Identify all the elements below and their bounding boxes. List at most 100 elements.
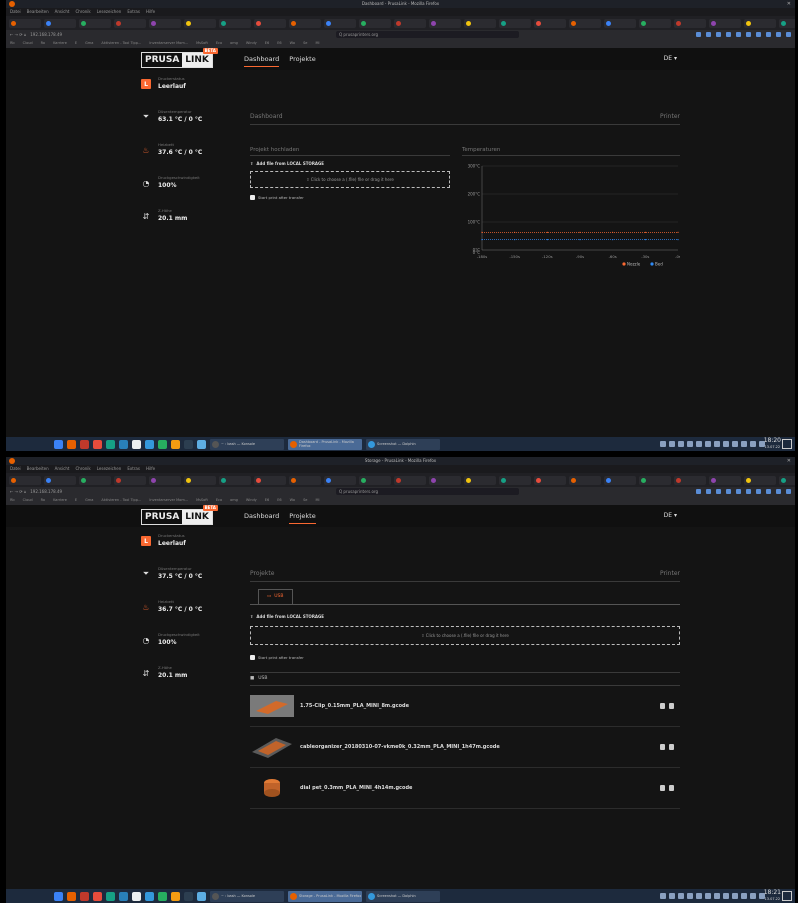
browser-tab[interactable]: [569, 18, 601, 28]
taskbar-window-firefox[interactable]: Dashboard - PrusaLink - Mozilla Firefox: [288, 438, 362, 450]
browser-tab[interactable]: [184, 18, 216, 28]
bookmark-item[interactable]: Ml: [315, 496, 319, 505]
browser-tab[interactable]: [744, 18, 776, 28]
browser-tab[interactable]: [779, 18, 795, 28]
bookmark-item[interactable]: Wo: [290, 496, 295, 505]
browser-tab[interactable]: [499, 18, 531, 28]
folder-row[interactable]: ■ USB: [250, 671, 680, 686]
close-icon[interactable]: ✕: [787, 457, 791, 465]
browser-tab[interactable]: [44, 475, 76, 485]
bookmark-item[interactable]: Karriere: [53, 496, 67, 505]
bookmark-item[interactable]: MsSoft: [196, 39, 208, 48]
trash-icon[interactable]: [669, 702, 674, 709]
url-text[interactable]: 192.168.178.49: [30, 32, 62, 37]
trash-icon[interactable]: [669, 743, 674, 750]
browser-tab[interactable]: [324, 475, 356, 485]
bookmark-item[interactable]: omg: [230, 496, 238, 505]
browser-tab[interactable]: [324, 18, 356, 28]
menu-ansicht[interactable]: Ansicht: [55, 465, 70, 473]
search-bar[interactable]: Q prusaprinters.org: [336, 31, 519, 38]
menu-chronik[interactable]: Chronik: [75, 465, 90, 473]
bookmark-item[interactable]: MsSoft: [196, 496, 208, 505]
bookmark-item[interactable]: Wo: [290, 39, 295, 48]
url-text[interactable]: 192.168.178.49: [30, 489, 62, 494]
nav-projects[interactable]: Projekte: [289, 505, 317, 527]
browser-tab[interactable]: [44, 18, 76, 28]
bookmark-item[interactable]: Inventarserver Mom...: [149, 496, 188, 505]
menu-extras[interactable]: Extras: [127, 8, 140, 16]
browser-tab[interactable]: [79, 475, 111, 485]
nav-dashboard[interactable]: Dashboard: [244, 48, 280, 70]
browser-tab[interactable]: [569, 475, 601, 485]
app-icon[interactable]: [132, 891, 141, 901]
checkbox-box[interactable]: [250, 195, 255, 200]
bookmark-item[interactable]: omg: [230, 39, 238, 48]
add-file-local[interactable]: ⇪ Add file from LOCAL STORAGE: [250, 614, 680, 619]
bookmark-item[interactable]: Ml: [315, 39, 319, 48]
clock[interactable]: 18:20 13.07.22: [764, 437, 781, 449]
file-drop-zone[interactable]: ⇧ Click to choose a (.file) file or drag…: [250, 625, 680, 645]
nav-projects[interactable]: Projekte: [289, 48, 315, 70]
bookmark-item[interactable]: Cloud: [23, 39, 33, 48]
browser-tab[interactable]: [394, 475, 426, 485]
menu-datei[interactable]: Datei: [10, 465, 21, 473]
browser-tab[interactable]: [534, 18, 566, 28]
browser-tab[interactable]: [744, 475, 776, 485]
app-icon[interactable]: [145, 891, 154, 901]
browser-tab[interactable]: [394, 18, 426, 28]
app-icon[interactable]: [80, 891, 89, 901]
firefox-icon[interactable]: [67, 891, 76, 901]
browser-tab[interactable]: [499, 475, 531, 485]
bookmark-item[interactable]: E6: [265, 496, 269, 505]
browser-tab[interactable]: [149, 18, 181, 28]
browser-tab[interactable]: [604, 18, 636, 28]
language-select[interactable]: DE ▾: [664, 48, 677, 70]
browser-tab[interactable]: [464, 475, 496, 485]
show-desktop-button[interactable]: [782, 439, 792, 449]
search-bar[interactable]: Q prusaprinters.org: [336, 488, 519, 495]
browser-tab[interactable]: [429, 18, 461, 28]
menu-lesezeichen[interactable]: Lesezeichen: [97, 8, 122, 16]
bookmark-item[interactable]: Se: [303, 39, 307, 48]
language-select[interactable]: DE ▾: [664, 505, 677, 527]
bookmark-item[interactable]: Rb: [10, 39, 15, 48]
taskbar-window-firefox[interactable]: Storage - PrusaLink - Mozilla Firefox: [288, 890, 362, 902]
print-icon[interactable]: [660, 702, 665, 709]
browser-tab[interactable]: [219, 18, 251, 28]
browser-tab[interactable]: [639, 18, 671, 28]
browser-tab[interactable]: [289, 475, 321, 485]
bookmark-item[interactable]: E: [75, 39, 77, 48]
menu-hilfe[interactable]: Hilfe: [146, 465, 155, 473]
taskbar-window-konsole[interactable]: ~ : bash — Konsole: [210, 890, 284, 902]
bookmark-item[interactable]: Ro: [41, 496, 45, 505]
file-drop-zone[interactable]: ⇧ Click to choose a (.file) file or drag…: [250, 171, 450, 188]
app-icon[interactable]: [158, 439, 167, 449]
browser-tab[interactable]: [149, 475, 181, 485]
browser-tab[interactable]: [674, 18, 706, 28]
bookmark-item[interactable]: Gma: [85, 496, 93, 505]
browser-tab[interactable]: [289, 18, 321, 28]
app-icon[interactable]: [93, 891, 102, 901]
app-icon[interactable]: [106, 439, 115, 449]
start-print-checkbox[interactable]: Start print after transfer: [250, 195, 450, 200]
app-icon[interactable]: [145, 439, 154, 449]
bookmark-item[interactable]: E6: [277, 39, 281, 48]
close-icon[interactable]: ✕: [787, 0, 791, 8]
app-icon[interactable]: [93, 439, 102, 449]
browser-tab[interactable]: [604, 475, 636, 485]
browser-tab[interactable]: [9, 18, 41, 28]
browser-tab[interactable]: [254, 475, 286, 485]
nav-dashboard[interactable]: Dashboard: [244, 505, 279, 527]
menu-hilfe[interactable]: Hilfe: [146, 8, 155, 16]
clock[interactable]: 18:21 13.07.22: [764, 889, 781, 901]
app-icon[interactable]: [158, 891, 167, 901]
trash-icon[interactable]: [669, 784, 674, 791]
browser-tab[interactable]: [779, 475, 795, 485]
bookmark-item[interactable]: Gma: [85, 39, 93, 48]
nav-buttons[interactable]: ← → ⟳ ⌂ 192.168.178.49: [10, 487, 62, 496]
app-icon[interactable]: [197, 891, 206, 901]
browser-tab[interactable]: [709, 18, 741, 28]
bookmark-item[interactable]: Inventarserver Mom...: [149, 39, 188, 48]
browser-tab[interactable]: [9, 475, 41, 485]
file-row[interactable]: 1.75-Clip_0.15mm_PLA_MINI_8m.gcode: [250, 686, 680, 727]
